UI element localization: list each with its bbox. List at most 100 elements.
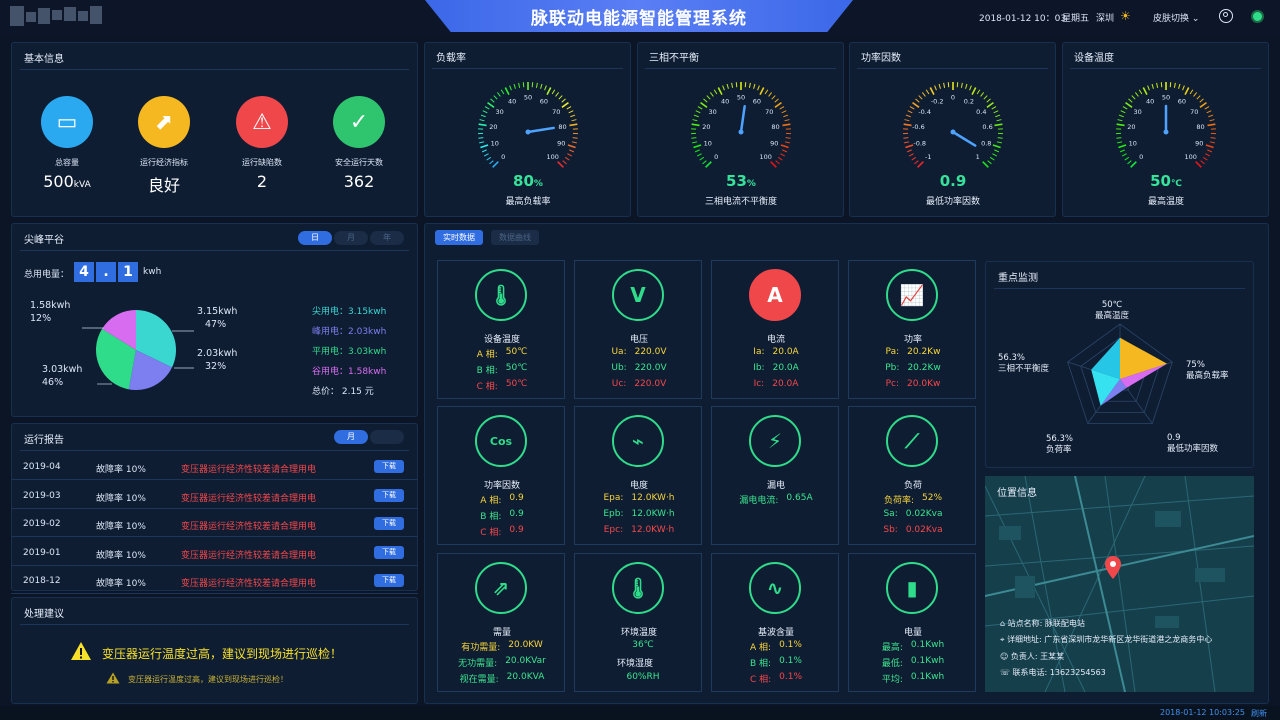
pie-label-kwh: 2.03kwh	[197, 348, 237, 359]
gauge-tick	[982, 161, 989, 168]
card-row-key: Pa:	[885, 347, 900, 357]
advice-title: 处理建议	[24, 609, 64, 620]
gauge-tick	[1151, 83, 1154, 89]
gauge-tick	[987, 160, 992, 165]
gauge-tick	[500, 89, 505, 95]
card-row-value: 0.1Kwh	[910, 672, 945, 682]
gauge-tick	[699, 156, 705, 161]
card-row-value: 220.0V	[634, 363, 667, 373]
card-row-value: 36℃	[632, 640, 654, 650]
data-card[interactable]: Cos 功率因数 A 相: 0.9 B 相: 0.9 C 相: 0.9	[437, 406, 565, 545]
sun-icon: ☀	[1120, 9, 1131, 23]
gauge-tick	[482, 110, 488, 114]
gauge-needle	[739, 105, 746, 134]
gauge-tick	[706, 95, 711, 100]
gauge-tick	[918, 95, 923, 100]
report-date: 2019-02	[23, 519, 61, 529]
app-logo	[10, 6, 108, 26]
gauge-tick	[1205, 144, 1214, 149]
report-date: 2019-04	[23, 462, 61, 472]
basic-info-value-number: 2	[256, 172, 268, 191]
card-row: 36℃	[575, 640, 703, 650]
tab-report-other[interactable]	[370, 430, 404, 444]
station-address: ⌖ 详细地址: 广东省深圳市龙华新区龙华街道港之龙商务中心	[1000, 634, 1212, 645]
data-card[interactable]: 🌡 环境温度 36℃ 环境湿度 60%RH	[574, 553, 702, 692]
radar-label-value: 0.9	[1167, 433, 1181, 443]
tab-day[interactable]: 日	[298, 231, 332, 245]
gauge-tick	[1204, 106, 1210, 110]
gauge-tick	[487, 101, 495, 108]
gauge-tick	[1206, 110, 1212, 114]
gauge-tick	[991, 106, 997, 110]
location-title: 位置信息	[997, 488, 1037, 499]
data-card[interactable]: ▮ 电量 最高: 0.1Kwh 最低: 0.1Kwh 平均: 0.1Kwh	[848, 553, 976, 692]
refresh-button[interactable]: 刷新	[1251, 708, 1267, 719]
report-desc: 变压器运行经济性较差请合理用电	[181, 465, 317, 475]
gauge-tick-label: 40	[1146, 97, 1154, 105]
gauge-tick	[1138, 89, 1143, 95]
radar-label-value: 50℃	[1101, 300, 1123, 310]
basic-info-value: 362	[314, 172, 404, 191]
gauge-tick	[1207, 123, 1216, 127]
radar-label-name: 最高负载率	[1186, 371, 1229, 381]
download-button[interactable]: 下载	[374, 460, 404, 473]
gauge-tick	[989, 156, 995, 161]
gauge-tick-label: -0.2	[931, 97, 944, 105]
gauge-tick	[753, 83, 756, 89]
gauge-tick	[567, 144, 576, 149]
gauge-tick	[693, 144, 702, 149]
download-button[interactable]: 下载	[374, 517, 404, 530]
data-card[interactable]: ∿ 基波含量 A 相: 0.1% B 相: 0.1% C 相: 0.1%	[711, 553, 839, 692]
card-name: 电压	[629, 335, 648, 345]
download-button[interactable]: 下载	[374, 574, 404, 587]
gauge-tick	[782, 123, 791, 127]
gauge-tick	[1125, 101, 1133, 108]
download-button[interactable]: 下载	[374, 488, 404, 502]
station-name-text: 站点名称: 脉联配电站	[1007, 619, 1085, 628]
card-row: Pa: 20.2Kw	[849, 347, 977, 357]
card-row-key: 视在需量:	[459, 675, 499, 685]
user-icon[interactable]	[1219, 9, 1233, 23]
card-row-key: Pb:	[885, 363, 900, 373]
download-button[interactable]: 下载	[374, 545, 404, 559]
card-row: Pb: 20.2Kw	[849, 363, 977, 373]
data-card[interactable]: 🌡 设备温度 A 相: 50℃ B 相: 50℃ C 相: 50℃	[437, 260, 565, 399]
basic-info-label: 运行经济指标	[140, 158, 188, 167]
card-row: C 相: 0.9	[438, 525, 566, 538]
gauge-tick-label: 100	[760, 153, 772, 161]
pie-label-pct: 47%	[205, 319, 226, 330]
gauge-tick	[917, 161, 924, 168]
tab-realtime-data[interactable]: 实时数据	[435, 230, 483, 245]
gauge-tick	[693, 114, 699, 118]
card-row-key: B 相:	[480, 512, 502, 522]
advice-panel: 处理建议 变压器运行温度过高，建议到现场进行巡检！ 变压器运行温度过高，建议到现…	[11, 597, 418, 704]
peak-legend-item: 尖用电：3.15kwh	[312, 307, 387, 317]
report-row: 2019-01 故障率 10% 变压器运行经济性较差请合理用电 下载	[11, 538, 418, 566]
card-row: Ua: 220.0V	[575, 347, 703, 357]
chart-window-icon: ▭	[56, 109, 78, 135]
gauge-tick	[1130, 161, 1137, 168]
gauge-tick	[540, 83, 543, 89]
card-row: 无功需量: 20.0KVar	[438, 656, 566, 669]
tab-report-month[interactable]: 月	[334, 430, 368, 444]
warning-circle: ⚠	[236, 96, 288, 148]
tab-data-curve[interactable]: 数据曲线	[491, 230, 539, 245]
data-card[interactable]: ⟋ 负荷 负荷率: 52% Sa: 0.02Kva Sb: 0.02Kva	[848, 406, 976, 545]
data-card[interactable]: A 电流 Ia: 20.0A Ib: 20.0A Ic: 20.0A	[711, 260, 839, 399]
data-card[interactable]: ⇗ 需量 有功需量: 20.0KW 无功需量: 20.0KVar 视在需量: 20.0KVA	[437, 553, 565, 692]
data-card[interactable]: V 电压 Ua: 220.0V Ub: 220.0V Uc: 220.0V	[574, 260, 702, 399]
data-card[interactable]: ⚡ 漏电 漏电电流: 0.65A	[711, 406, 839, 545]
gauge-tick-label: 70	[765, 108, 773, 116]
gauge-tick	[731, 82, 734, 88]
card-row-value: 0.1%	[779, 672, 803, 682]
tab-year[interactable]: 年	[370, 231, 404, 245]
report-rate: 故障率 10%	[96, 465, 146, 475]
tab-month[interactable]: 月	[334, 231, 368, 245]
data-card[interactable]: 📈 功率 Pa: 20.2Kw Pb: 20.2Kw Pc: 20.0Kw	[848, 260, 976, 399]
trend-circle: ⬈	[138, 96, 190, 148]
data-card[interactable]: ⌁ 电度 Epa: 12.0KW·h Epb: 12.0KW·h Epc: 12.0KW·h	[574, 406, 702, 545]
gauge-tick	[983, 95, 988, 100]
gauge-tick	[726, 83, 729, 89]
map-pin-icon[interactable]	[1105, 556, 1121, 580]
skin-switch-dropdown[interactable]: 皮肤切换 ⌄	[1153, 11, 1199, 24]
